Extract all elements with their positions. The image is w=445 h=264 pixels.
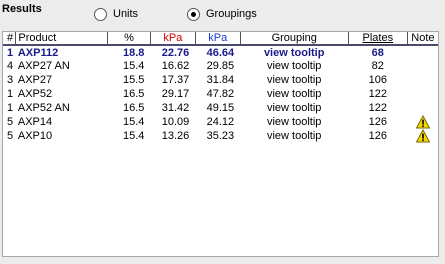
results-header: Results Units Groupings	[0, 0, 445, 28]
units-radio[interactable]: Units	[94, 7, 138, 21]
table-row[interactable]: 5 AXP10 15.4 13.26 35.23 view tooltip 126	[3, 128, 438, 143]
view-tooltip-link[interactable]: view tooltip	[240, 129, 348, 143]
row-note	[407, 45, 438, 59]
row-product: AXP112	[17, 46, 59, 59]
row-number: 1	[7, 46, 14, 59]
row-number: 1	[7, 88, 14, 100]
row-kpa-red: 13.26	[161, 130, 190, 142]
col-header-kpa-red[interactable]: kPa	[150, 32, 196, 46]
row-percent: 15.4	[123, 60, 145, 72]
row-number: 5	[7, 116, 14, 128]
row-plates: 122	[368, 102, 387, 114]
table-row[interactable]: 1 AXP52 16.5 29.17 47.82 view tooltip 122	[3, 87, 438, 101]
row-note	[407, 114, 438, 129]
row-product: AXP10	[17, 130, 53, 142]
view-tooltip-link[interactable]: view tooltip	[240, 101, 348, 115]
results-table-panel: # Product % kPa kPa Grouping Plates Note…	[2, 31, 439, 257]
groupings-radio[interactable]: Groupings	[187, 7, 257, 21]
table-row[interactable]: 3 AXP27 15.5 17.37 31.84 view tooltip 106	[3, 73, 438, 87]
table-row[interactable]: 4 AXP27 AN 15.4 16.62 29.85 view tooltip 82	[3, 59, 438, 73]
table-body: 1 AXP112 18.8 22.76 46.64 view tooltip 68 4 AXP2…	[3, 45, 438, 143]
view-tooltip-link[interactable]: view tooltip	[240, 59, 348, 73]
row-kpa-blue: 31.84	[206, 74, 235, 86]
col-header-product[interactable]: Product	[15, 32, 109, 46]
row-number: 4	[7, 60, 14, 72]
row-number: 5	[7, 130, 14, 142]
row-percent: 18.8	[123, 46, 145, 59]
row-kpa-blue: 47.82	[206, 88, 235, 100]
row-product: AXP52 AN	[17, 102, 70, 114]
row-product: AXP14	[17, 116, 53, 128]
row-kpa-red: 17.37	[161, 74, 190, 86]
row-note	[407, 87, 438, 101]
row-product: AXP52	[17, 88, 53, 100]
row-kpa-blue: 49.15	[206, 102, 235, 114]
col-header-grouping[interactable]: Grouping	[240, 32, 349, 46]
col-header-num[interactable]: #	[3, 32, 17, 46]
units-radio-label: Units	[113, 8, 139, 20]
radio-circle-groupings[interactable]	[187, 7, 200, 21]
row-kpa-red: 10.09	[161, 116, 190, 128]
results-title: Results	[2, 3, 42, 15]
col-header-percent[interactable]: %	[107, 32, 151, 46]
row-percent: 15.5	[123, 74, 145, 86]
results-table: # Product % kPa kPa Grouping Plates Note…	[3, 32, 438, 143]
row-kpa-blue: 35.23	[206, 130, 235, 142]
table-row[interactable]: 1 AXP52 AN 16.5 31.42 49.15 view tooltip 122	[3, 101, 438, 115]
row-kpa-blue: 46.64	[206, 46, 235, 59]
row-note	[407, 59, 438, 73]
row-plates: 68	[371, 46, 384, 59]
row-plates: 126	[368, 116, 387, 128]
row-kpa-red: 29.17	[161, 88, 190, 100]
col-header-kpa-blue[interactable]: kPa	[195, 32, 241, 46]
view-tooltip-link[interactable]: view tooltip	[240, 45, 348, 59]
row-kpa-red: 22.76	[161, 46, 190, 59]
view-tooltip-link[interactable]: view tooltip	[240, 87, 348, 101]
row-kpa-red: 31.42	[161, 102, 190, 114]
row-number: 1	[7, 102, 14, 114]
row-plates: 122	[368, 88, 387, 100]
row-plates: 106	[368, 74, 387, 86]
table-row[interactable]: 1 AXP112 18.8 22.76 46.64 view tooltip 68	[3, 45, 438, 59]
warning-icon[interactable]	[415, 114, 431, 129]
row-plates: 126	[368, 130, 387, 142]
row-product: AXP27 AN	[17, 60, 70, 72]
row-note	[407, 73, 438, 87]
radio-circle-units[interactable]	[94, 7, 107, 21]
groupings-radio-label: Groupings	[206, 8, 257, 20]
row-percent: 15.4	[123, 116, 145, 128]
row-kpa-red: 16.62	[161, 60, 190, 72]
table-header-row: # Product % kPa kPa Grouping Plates Note	[3, 32, 438, 46]
row-kpa-blue: 29.85	[206, 60, 235, 72]
row-percent: 16.5	[123, 102, 145, 114]
row-percent: 16.5	[123, 88, 145, 100]
view-tooltip-link[interactable]: view tooltip	[240, 73, 348, 87]
view-tooltip-link[interactable]: view tooltip	[240, 115, 348, 129]
col-header-note[interactable]: Note	[407, 32, 438, 46]
row-percent: 15.4	[123, 130, 145, 142]
col-header-plates[interactable]: Plates	[348, 32, 408, 46]
row-product: AXP27	[17, 74, 53, 86]
row-note	[407, 128, 438, 143]
row-plates: 82	[371, 60, 384, 72]
row-kpa-blue: 24.12	[206, 116, 235, 128]
warning-icon[interactable]	[415, 128, 431, 143]
plates-header-label: Plates	[362, 32, 394, 44]
row-number: 3	[7, 74, 14, 86]
table-row[interactable]: 5 AXP14 15.4 10.09 24.12 view tooltip 126	[3, 114, 438, 129]
row-note	[407, 101, 438, 115]
